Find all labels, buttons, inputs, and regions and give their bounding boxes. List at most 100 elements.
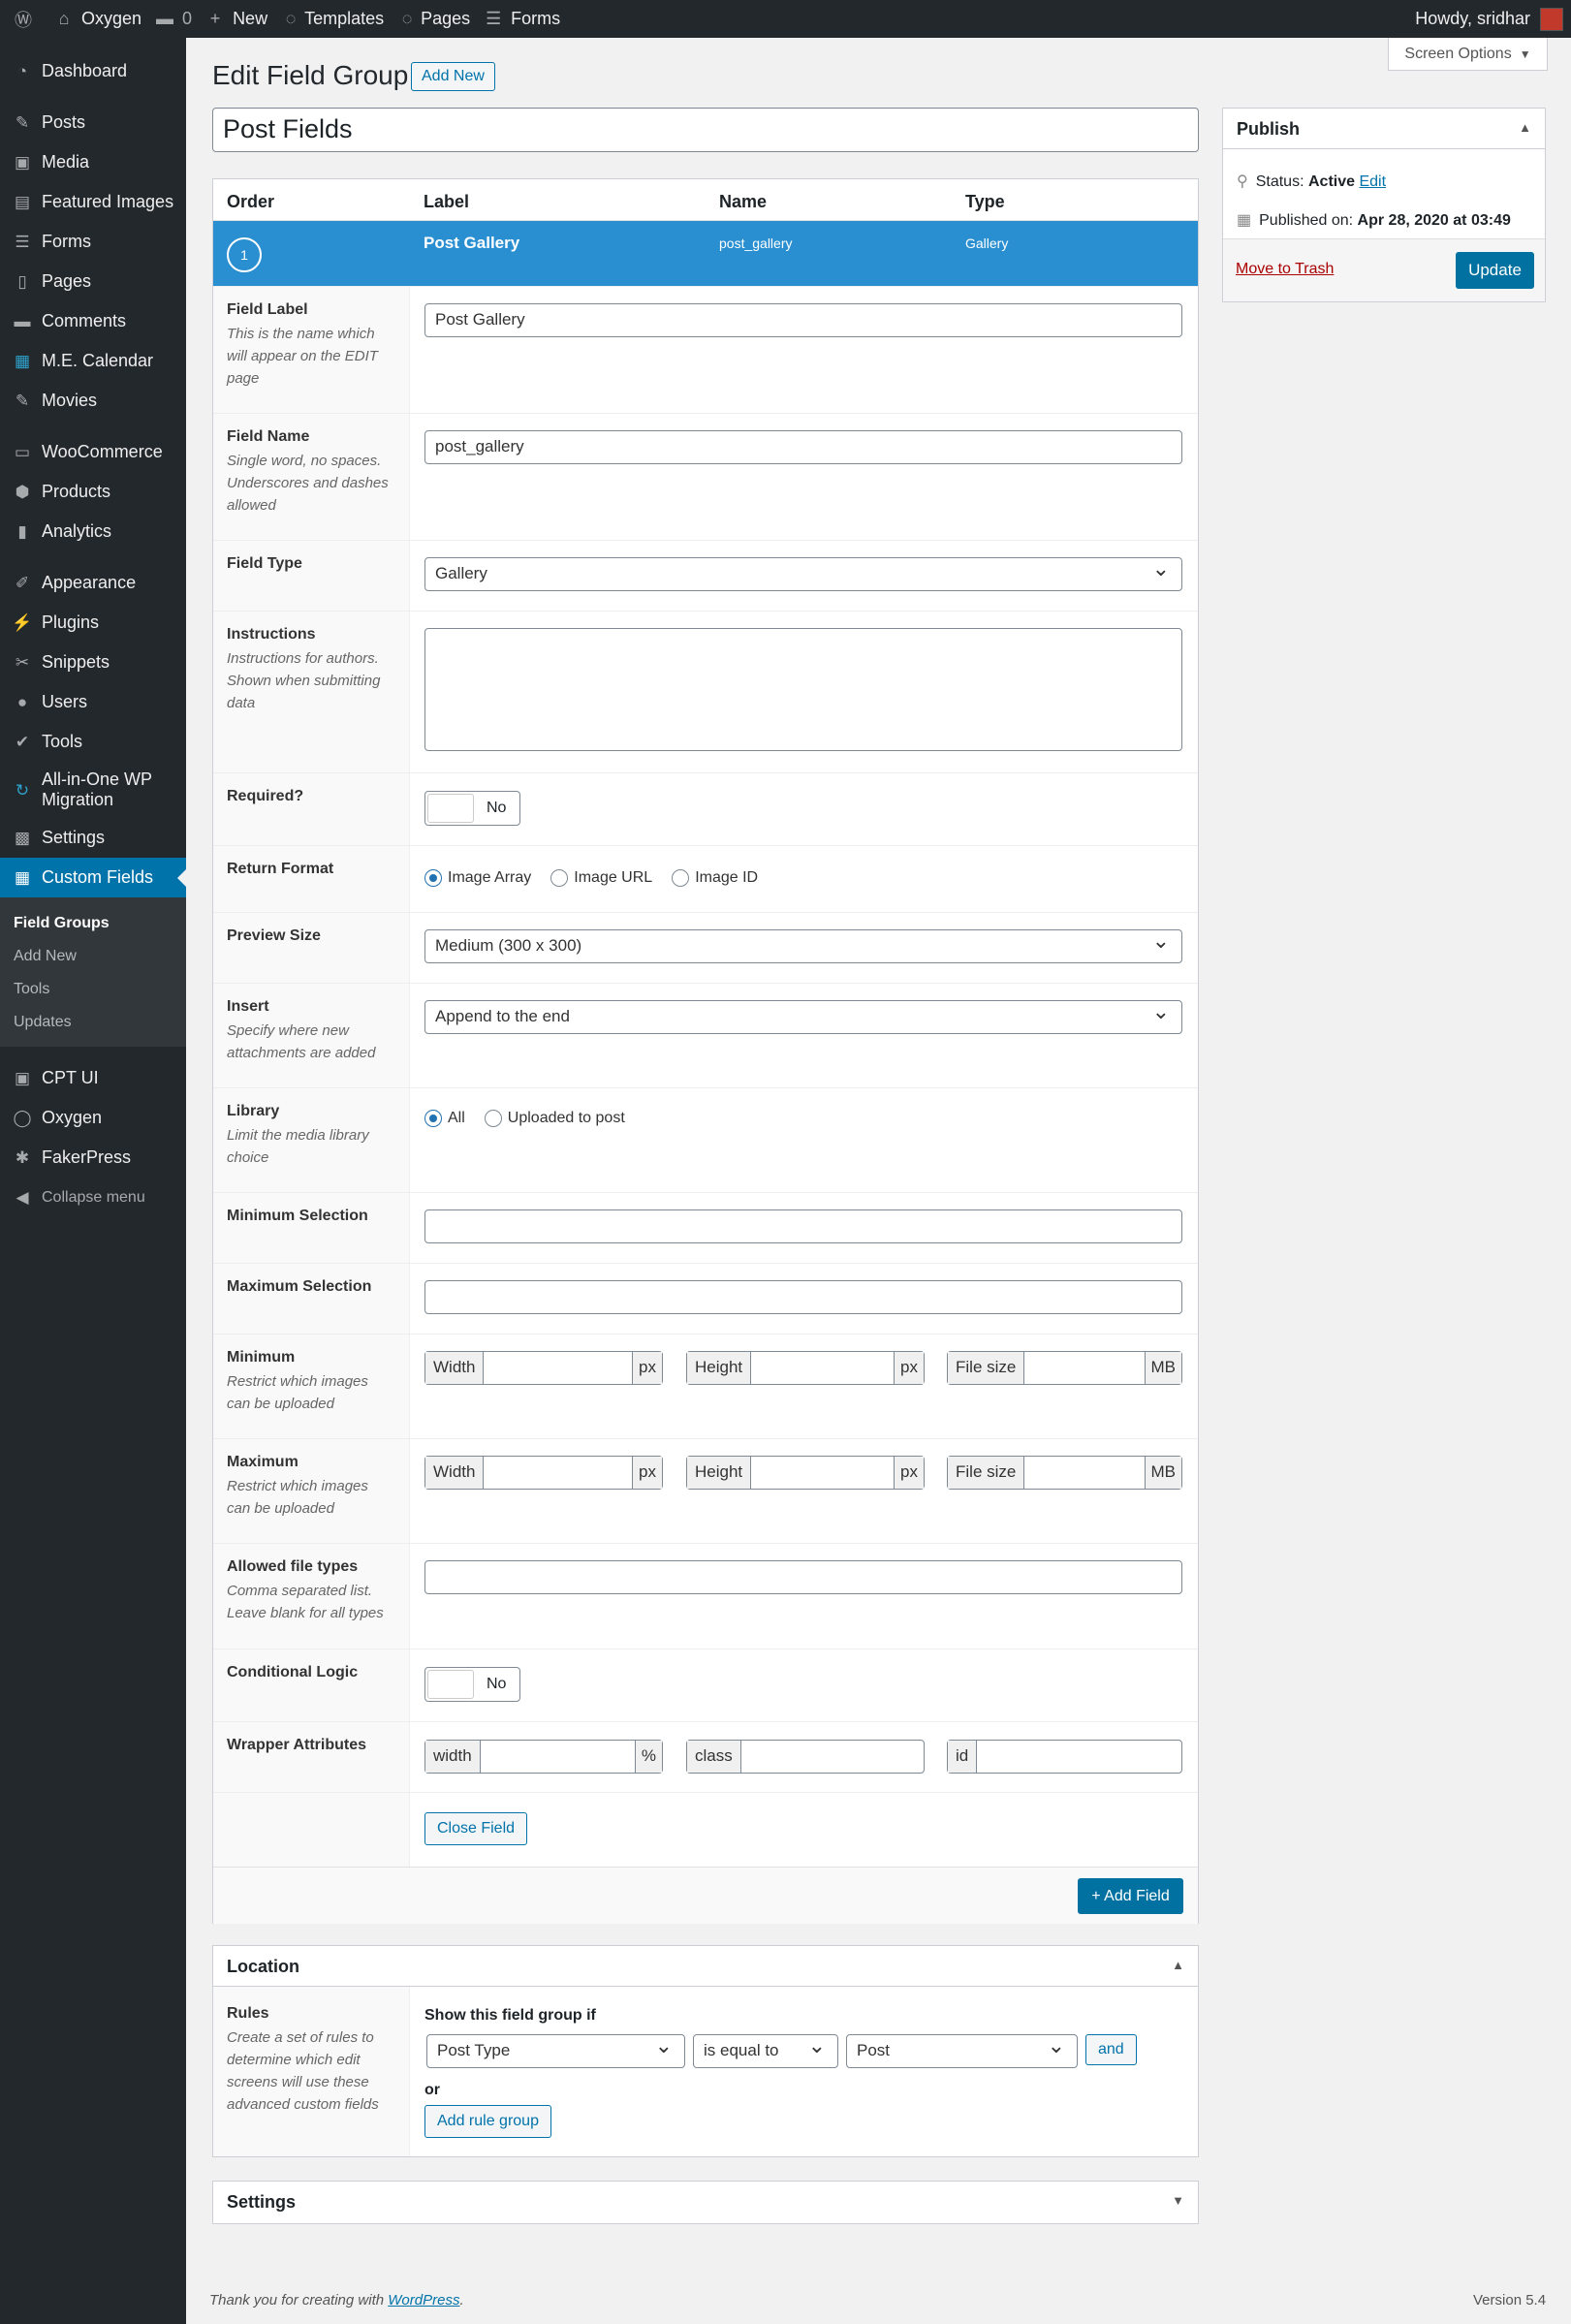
return-format-radios: Image Array Image URL Image ID [424, 869, 777, 887]
insert-select[interactable]: Append to the end [424, 999, 1182, 1034]
pages-icon: ▯ [17, 271, 27, 291]
group-title-input[interactable]: Post Fields [212, 108, 1199, 152]
sidebar-item-woocommerce[interactable]: ▭ WooCommerce [0, 432, 186, 472]
collapse-up-icon[interactable]: ▲ [1172, 1958, 1184, 1972]
collapse-menu-button[interactable]: ◀ Collapse menu [0, 1178, 186, 1217]
allowed-types-input[interactable] [424, 1560, 1182, 1594]
sidebar-item-dashboard[interactable]: ◔ Dashboard [0, 51, 186, 91]
site-name-link[interactable]: ⌂ Oxygen [54, 0, 141, 38]
submenu-add-new[interactable]: Add New [0, 940, 186, 973]
required-toggle[interactable]: No [424, 791, 520, 826]
radio-image-url[interactable]: Image URL [550, 869, 652, 887]
sidebar-item-plugins[interactable]: ⚡ Plugins [0, 603, 186, 643]
radio-image-id[interactable]: Image ID [672, 869, 758, 887]
radio-library-all[interactable]: All [424, 1110, 465, 1127]
sidebar-item-me-calendar[interactable]: ▦ M.E. Calendar [0, 341, 186, 381]
location-box-header[interactable]: Location ▲ [213, 1946, 1198, 1987]
add-field-button[interactable]: + Add Field [1078, 1878, 1183, 1914]
collapse-up-icon[interactable]: ▲ [1519, 120, 1531, 135]
comments-link[interactable]: ▬ 0 [155, 0, 192, 38]
settings-icon: ▩ [14, 828, 31, 847]
row-field-name: Field Name Single word, no spaces. Unders… [213, 413, 1198, 540]
row-minimum: Minimum Restrict which images can be uplo… [213, 1334, 1198, 1438]
comments-icon: ▬ [14, 311, 31, 330]
row-conditional-logic: Conditional Logic No [213, 1649, 1198, 1721]
new-content-link[interactable]: + New [205, 0, 267, 38]
wrapper-id-input[interactable]: id [947, 1740, 1182, 1774]
submenu-updates[interactable]: Updates [0, 1006, 186, 1039]
settings-box-header[interactable]: Settings ▼ [213, 2182, 1198, 2222]
screen-options-button[interactable]: Screen Options ▼ [1388, 38, 1548, 71]
publish-box-header[interactable]: Publish ▲ [1223, 109, 1545, 149]
radio-image-array[interactable]: Image Array [424, 869, 531, 887]
rule-param-select[interactable]: Post Type [426, 2033, 685, 2068]
instructions-textarea[interactable] [424, 628, 1182, 751]
field-row-post-gallery[interactable]: 1 Post Gallery post_gallery Gallery [213, 221, 1198, 286]
sidebar-item-comments[interactable]: ▬ Comments [0, 301, 186, 341]
add-new-button[interactable]: Add New [411, 62, 495, 91]
calendar-icon: ▦ [1237, 212, 1252, 229]
pin-icon: ✎ [15, 391, 30, 410]
and-rule-button[interactable]: and [1085, 2034, 1137, 2065]
field-name-input[interactable]: post_gallery [424, 430, 1182, 464]
sidebar-item-tools[interactable]: ✔ Tools [0, 722, 186, 762]
templates-link[interactable]: ◌ Templates [281, 0, 384, 38]
sidebar-item-pages[interactable]: ▯ Pages [0, 262, 186, 301]
submenu-tools[interactable]: Tools [0, 973, 186, 1006]
sidebar-item-custom-fields[interactable]: ▦ Custom Fields [0, 858, 186, 897]
max-height-input[interactable]: Height px [686, 1456, 925, 1490]
sidebar-item-featured-images[interactable]: ▤ Featured Images [0, 182, 186, 222]
max-selection-input[interactable] [424, 1280, 1182, 1314]
min-filesize-input[interactable]: File size MB [947, 1351, 1182, 1385]
wp-logo-button[interactable]: Ⓦ [14, 0, 41, 38]
max-width-input[interactable]: Width px [424, 1456, 663, 1490]
sidebar-item-snippets[interactable]: ✂ Snippets [0, 643, 186, 682]
field-row-label[interactable]: Post Gallery [424, 234, 519, 253]
sidebar-item-users[interactable]: ● Users [0, 682, 186, 722]
caret-down-icon: ▼ [1519, 47, 1531, 61]
pages-link[interactable]: ◌ Pages [397, 0, 470, 38]
sidebar-item-oxygen[interactable]: ◯ Oxygen [0, 1098, 186, 1138]
max-filesize-input[interactable]: File size MB [947, 1456, 1182, 1490]
move-to-trash-link[interactable]: Move to Trash [1236, 261, 1334, 278]
products-icon: ⬢ [15, 482, 30, 501]
update-button[interactable]: Update [1456, 252, 1534, 289]
publish-date: ▦ Published on: Apr 28, 2020 at 03:49 [1237, 212, 1511, 229]
field-label-input[interactable]: Post Gallery [424, 303, 1182, 337]
sidebar-item-movies[interactable]: ✎ Movies [0, 381, 186, 421]
add-rule-group-button[interactable]: Add rule group [424, 2105, 551, 2138]
field-type-select[interactable]: Gallery [424, 556, 1182, 591]
rule-value-select[interactable]: Post [846, 2033, 1078, 2068]
sidebar-item-posts[interactable]: ✎ Posts [0, 103, 186, 142]
expand-down-icon[interactable]: ▼ [1172, 2193, 1184, 2208]
sidebar-item-fakerpress[interactable]: ✱ FakerPress [0, 1138, 186, 1178]
edit-status-link[interactable]: Edit [1359, 173, 1386, 190]
min-selection-input[interactable] [424, 1209, 1182, 1243]
close-field-button[interactable]: Close Field [424, 1812, 528, 1845]
sidebar-item-products[interactable]: ⬢ Products [0, 472, 186, 512]
preview-size-select[interactable]: Medium (300 x 300) [424, 928, 1182, 963]
conditional-logic-toggle[interactable]: No [424, 1667, 520, 1702]
submenu-field-groups[interactable]: Field Groups [0, 907, 186, 940]
row-close-field: Close Field [213, 1792, 1198, 1867]
comment-icon: ▬ [156, 9, 174, 28]
sidebar-item-analytics[interactable]: ▮ Analytics [0, 512, 186, 551]
sidebar-item-forms[interactable]: ☰ Forms [0, 222, 186, 262]
wrapper-width-input[interactable]: width% [424, 1740, 663, 1774]
my-account[interactable]: Howdy, sridhar [1415, 0, 1563, 38]
min-width-input[interactable]: Width px [424, 1351, 663, 1385]
sidebar-item-media[interactable]: ▣ Media [0, 142, 186, 182]
sidebar-item-settings[interactable]: ▩ Settings [0, 818, 186, 858]
min-height-input[interactable]: Height px [686, 1351, 925, 1385]
sidebar-item-appearance[interactable]: ✐ Appearance [0, 563, 186, 603]
wrapper-class-input[interactable]: class [686, 1740, 925, 1774]
sidebar-item-migration[interactable]: ↻ All-in-One WP Migration [0, 762, 186, 818]
row-required: Required? No [213, 772, 1198, 845]
wordpress-link[interactable]: WordPress [388, 2292, 459, 2308]
radio-library-uploaded[interactable]: Uploaded to post [484, 1110, 625, 1127]
fields-footer: + Add Field [213, 1867, 1198, 1924]
forms-link[interactable]: ☰ Forms [484, 0, 560, 38]
rule-operator-select[interactable]: is equal to [693, 2033, 838, 2068]
sidebar-item-cpt-ui[interactable]: ▣ CPT UI [0, 1058, 186, 1098]
brush-icon: ✐ [15, 573, 30, 592]
